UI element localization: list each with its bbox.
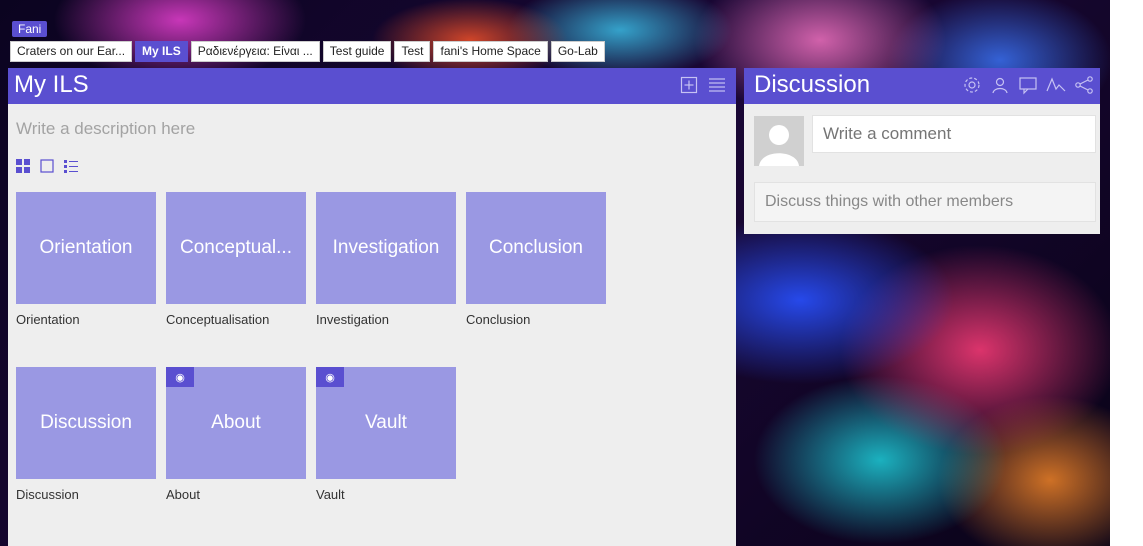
phase-tile[interactable]: Conceptual... [166,192,306,304]
single-view-icon[interactable] [40,159,54,173]
description-field[interactable]: Write a description here [16,119,195,139]
tab-my-ils[interactable]: My ILS [135,41,188,62]
visibility-eye-icon[interactable]: ◉ [316,367,344,387]
discussion-toolbar [962,75,1094,95]
phase-label: Orientation [16,312,80,327]
top-bar: Fani Craters on our Ear... My ILS Ραδιεν… [0,0,1110,66]
activity-icon[interactable] [1046,75,1066,95]
tab-radioactivity[interactable]: Ραδιενέργεια: Είναι ... [190,41,320,62]
phase-card-conceptualisation[interactable]: Conceptual... Conceptualisation [166,192,306,327]
phase-tile[interactable]: Orientation [16,192,156,304]
space-tabs: Craters on our Ear... My ILS Ραδιενέργει… [10,41,605,62]
tab-test[interactable]: Test [394,41,431,62]
ils-title: My ILS [14,71,89,98]
app-tile-title: About [211,412,261,433]
phase-tile[interactable]: Conclusion [466,192,606,304]
tab-go-lab[interactable]: Go-Lab [550,41,605,62]
phase-card-orientation[interactable]: Orientation Orientation [16,192,156,327]
page-margin [1110,0,1143,546]
view-switcher [16,159,78,173]
ils-panel: My ILS Write a description here Orientat… [8,68,736,546]
app-card-about[interactable]: ◉ About About [166,367,306,502]
ils-header: My ILS [8,68,736,104]
user-avatar [754,116,804,166]
phase-label: Conclusion [466,312,531,327]
discussion-prompt: Discuss things with other members [754,182,1096,222]
discussion-title: Discussion [754,71,871,98]
visibility-eye-icon[interactable]: ◉ [166,367,194,387]
add-icon[interactable] [680,76,698,94]
app-label: Discussion [16,487,79,502]
app-label: About [166,487,200,502]
app-card-discussion[interactable]: Discussion Discussion [16,367,156,502]
app-tile[interactable]: ◉ About [166,367,306,479]
app-tile[interactable]: Discussion [16,367,156,479]
app-label: Vault [316,487,345,502]
discussion-panel: Discussion Write a comment Discuss thing… [744,68,1100,234]
settings-icon[interactable] [962,75,982,95]
discussion-header: Discussion [744,68,1100,104]
list-view-icon[interactable] [64,159,78,173]
grid-view-icon[interactable] [16,159,30,173]
user-name[interactable]: Fani [12,21,48,37]
app-tile[interactable]: ◉ Vault [316,367,456,479]
phase-label: Investigation [316,312,389,327]
phase-tile[interactable]: Investigation [316,192,456,304]
app-card-vault[interactable]: ◉ Vault Vault [316,367,456,502]
comment-input[interactable] [812,115,1096,153]
tab-test-guide[interactable]: Test guide [322,41,392,62]
comments-icon[interactable] [1018,75,1038,95]
phase-card-investigation[interactable]: Investigation Investigation [316,192,456,327]
menu-icon[interactable] [708,76,726,94]
tab-craters[interactable]: Craters on our Ear... [10,41,133,62]
phase-card-conclusion[interactable]: Conclusion Conclusion [466,192,606,327]
share-icon[interactable] [1074,75,1094,95]
phase-label: Conceptualisation [166,312,270,327]
app-tile-title: Vault [365,412,407,433]
members-icon[interactable] [990,75,1010,95]
tab-home-space[interactable]: fani's Home Space [433,41,548,62]
